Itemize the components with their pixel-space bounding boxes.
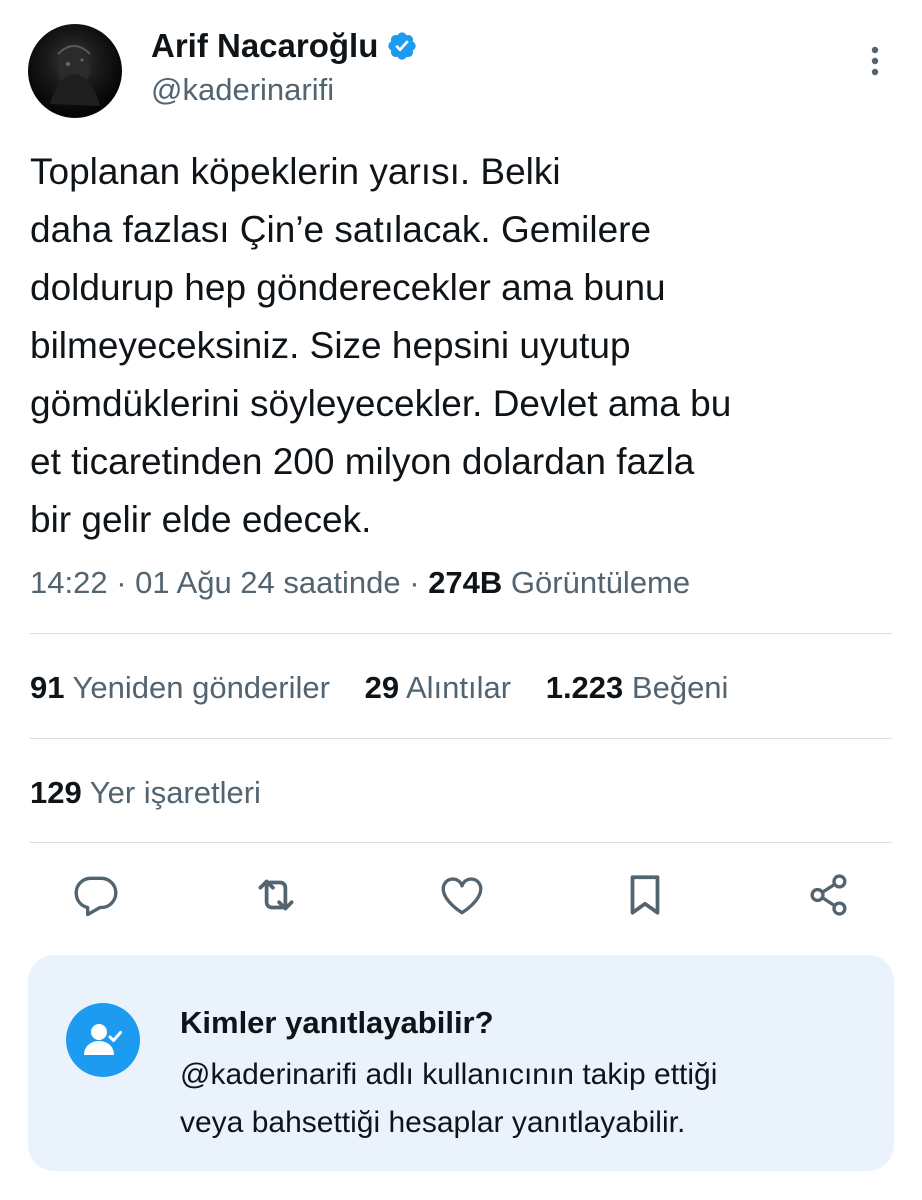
reposts-count: 91 xyxy=(30,670,65,705)
repost-button[interactable] xyxy=(251,870,301,920)
verified-badge-icon xyxy=(388,32,417,60)
meta-separator: · xyxy=(409,565,420,600)
divider xyxy=(30,633,892,634)
like-icon xyxy=(441,877,483,915)
share-button[interactable] xyxy=(804,870,854,920)
meta-separator: · xyxy=(116,565,127,600)
engagement-stats: 91 Yeniden gönderiler 29 Alıntılar 1.223… xyxy=(30,668,728,708)
user-check-icon xyxy=(66,1003,140,1077)
tweet-text-line: daha fazlası Çin’e satılacak. Gemilere xyxy=(30,209,652,250)
repost-icon xyxy=(258,879,294,911)
share-icon xyxy=(810,874,847,916)
bookmarks-label: Yer işaretleri xyxy=(89,775,261,810)
author-name[interactable]: Arif Nacaroğlu xyxy=(151,26,378,66)
views-count: 274B xyxy=(428,565,503,600)
tweet-text-line: doldurup hep gönderecekler ama bunu xyxy=(30,267,666,308)
bookmarks-stat[interactable]: 129 Yer işaretleri xyxy=(30,775,261,810)
reply-restriction-description: @kaderinarifi adlı kullanıcının takip et… xyxy=(180,1051,880,1147)
likes-count: 1.223 xyxy=(545,670,624,705)
author-name-row: Arif Nacaroğlu xyxy=(151,26,418,66)
tweet-text-line: bir gelir elde edecek. xyxy=(30,499,372,540)
reposts-stat[interactable]: 91 Yeniden gönderiler xyxy=(30,670,330,705)
quotes-label: Alıntılar xyxy=(405,670,512,705)
divider xyxy=(30,738,892,739)
likes-label: Beğeni xyxy=(631,670,729,705)
quotes-stat[interactable]: 29 Alıntılar xyxy=(365,670,512,705)
bookmarks-count: 129 xyxy=(30,775,82,810)
tweet-text-line: et ticaretinden 200 milyon dolardan fazl… xyxy=(30,441,695,482)
avatar[interactable] xyxy=(28,24,122,118)
likes-stat[interactable]: 1.223 Beğeni xyxy=(546,670,729,705)
bookmark-stats: 129 Yer işaretleri xyxy=(30,773,261,813)
reply-restriction-box: Kimler yanıtlayabilir? @kaderinarifi adl… xyxy=(28,955,894,1171)
tweet-text: Toplanan köpeklerin yarısı. Belki daha f… xyxy=(30,143,890,549)
reply-restriction-line: @kaderinarifi adlı kullanıcının takip et… xyxy=(180,1058,718,1091)
more-options-icon[interactable] xyxy=(862,44,888,78)
divider xyxy=(30,842,892,843)
tweet-date[interactable]: 01 Ağu 24 saatinde xyxy=(135,565,400,600)
reposts-label: Yeniden gönderiler xyxy=(72,670,330,705)
tweet-meta: 14:22 · 01 Ağu 24 saatinde · 274B Görünt… xyxy=(30,563,690,603)
author-handle[interactable]: @kaderinarifi xyxy=(151,72,334,108)
quotes-count: 29 xyxy=(364,670,400,705)
reply-restriction-title: Kimler yanıtlayabilir? xyxy=(180,1005,494,1040)
tweet-text-line: Toplanan köpeklerin yarısı. Belki xyxy=(30,151,561,192)
reply-restriction-line: veya bahsettiği hesaplar yanıtlayabilir. xyxy=(180,1106,686,1139)
tweet-text-line: gömdüklerini söyleyecekler. Devlet ama b… xyxy=(30,383,732,424)
bookmark-icon xyxy=(630,875,660,915)
like-button[interactable] xyxy=(437,870,487,920)
bookmark-button[interactable] xyxy=(620,870,670,920)
action-bar xyxy=(0,870,922,932)
tweet-text-line: bilmeyeceksiniz. Size hepsini uyutup xyxy=(30,325,631,366)
views-label: Görüntüleme xyxy=(510,565,691,600)
reply-button[interactable] xyxy=(71,870,121,920)
reply-icon xyxy=(74,876,118,917)
tweet-time[interactable]: 14:22 xyxy=(30,565,108,600)
